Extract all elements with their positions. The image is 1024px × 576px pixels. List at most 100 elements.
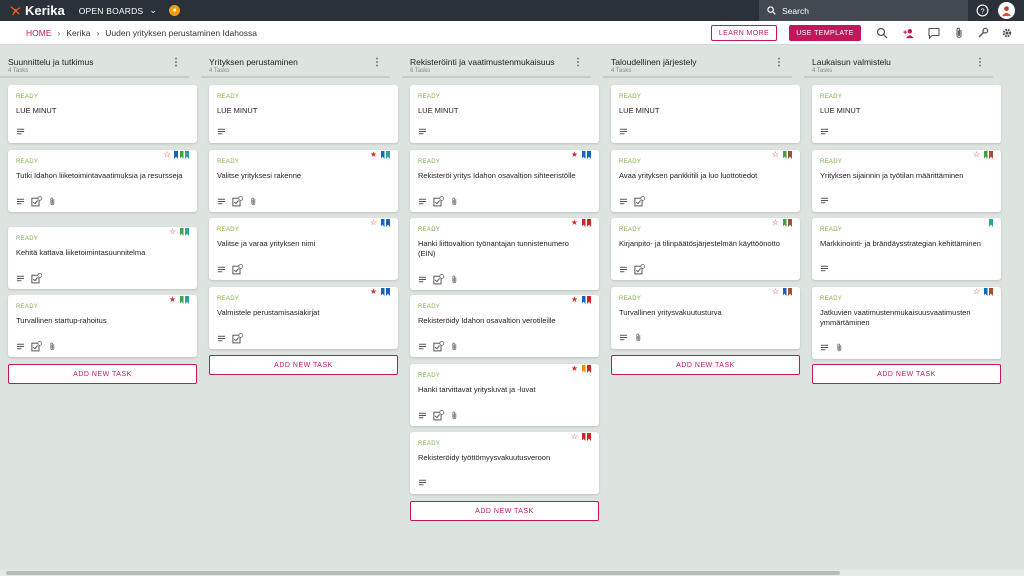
task-icons: [418, 410, 459, 421]
star-outline-icon[interactable]: ☆: [973, 151, 980, 159]
tag-ribbon-icon: [581, 151, 586, 159]
notification-badge-icon[interactable]: ●: [169, 5, 181, 16]
star-outline-icon[interactable]: ☆: [163, 151, 170, 159]
task-card[interactable]: READY Avaa yrityksen pankkitili ja luo lu…: [611, 150, 800, 212]
star-filled-icon[interactable]: ★: [571, 296, 578, 304]
add-new-task-button[interactable]: ADD NEW TASK: [410, 501, 599, 521]
task-status: READY: [16, 94, 39, 100]
column-header[interactable]: Rekisteröinti ja vaatimustenmukaisuus 6 T…: [402, 46, 591, 78]
star-outline-icon[interactable]: ☆: [772, 288, 779, 296]
search-box[interactable]: Search: [759, 0, 968, 21]
star-outline-icon[interactable]: ☆: [169, 228, 176, 236]
star-filled-icon[interactable]: ★: [571, 365, 578, 373]
learn-more-button[interactable]: LEARN MORE: [711, 25, 777, 41]
tag-ribbon-icon: [788, 288, 792, 296]
attachment-icon: [636, 333, 641, 342]
star-filled-icon[interactable]: ★: [370, 288, 377, 296]
chevron-down-icon: ⌄: [149, 5, 158, 15]
task-card[interactable]: READY Hanki tarvittavat yritysluvat ja -l…: [410, 364, 599, 426]
task-card[interactable]: READY Kirjanpito- ja tilinpäätösjärjestel…: [611, 218, 800, 280]
scrollbar-thumb[interactable]: [6, 571, 840, 575]
attachment-icon[interactable]: [953, 27, 965, 39]
task-card[interactable]: READY Valitse ja varaa yrityksen nimi ☆: [209, 218, 398, 280]
app-name: Kerika: [25, 3, 65, 18]
task-card[interactable]: READY Hanki liittovaltion työnantajan tun…: [410, 218, 599, 290]
tag-ribbon-icon: [380, 288, 385, 296]
use-template-button[interactable]: USE TEMPLATE: [789, 25, 861, 41]
task-card[interactable]: READY Valmistele perustamisasiakirjat ★: [209, 287, 398, 349]
task-tags: [989, 219, 993, 227]
star-outline-icon[interactable]: ☆: [973, 288, 980, 296]
kerika-logo[interactable]: Kerika: [10, 3, 65, 18]
chat-icon[interactable]: [928, 27, 940, 39]
task-icons: [418, 478, 427, 487]
attachment-icon: [452, 197, 457, 206]
breadcrumb-org[interactable]: Kerika: [66, 28, 90, 38]
horizontal-scrollbar[interactable]: [0, 570, 1024, 576]
column-header[interactable]: Yrityksen perustaminen 4 Tasks ⋮: [201, 46, 390, 78]
open-boards-menu[interactable]: OPEN BOARDS ⌄: [79, 5, 157, 16]
task-title: Turvallinen yritysvakuutusturva: [619, 308, 722, 317]
add-new-task-button[interactable]: ADD NEW TASK: [209, 355, 398, 375]
column-menu-icon[interactable]: ⋮: [573, 57, 583, 68]
task-card[interactable]: READY Turvallinen startup-rahoitus ★: [8, 295, 197, 357]
column-menu-icon[interactable]: ⋮: [774, 57, 784, 68]
column-menu-icon[interactable]: ⋮: [171, 57, 181, 68]
task-title: Kirjanpito- ja tilinpäätösjärjestelmän k…: [619, 239, 780, 248]
add-new-task-button[interactable]: ADD NEW TASK: [812, 364, 1001, 384]
task-card[interactable]: READY LUE MINUT: [611, 85, 800, 143]
task-card[interactable]: READY LUE MINUT: [410, 85, 599, 143]
column-menu-icon[interactable]: ⋮: [372, 57, 382, 68]
attachment-icon: [50, 197, 55, 206]
column-menu-icon[interactable]: ⋮: [975, 57, 985, 68]
column-header[interactable]: Laukaisun valmistelu 4 Tasks ⋮: [804, 46, 993, 78]
task-icons: [16, 273, 42, 284]
star-filled-icon[interactable]: ★: [370, 151, 377, 159]
task-card[interactable]: READY Markkinointi- ja brändäysstrategian…: [812, 218, 1001, 280]
star-outline-icon[interactable]: ☆: [772, 151, 779, 159]
star-filled-icon[interactable]: ★: [571, 219, 578, 227]
add-new-task-button[interactable]: ADD NEW TASK: [611, 355, 800, 375]
task-card[interactable]: READY Rekisteröidy työttömyysvakuutusvero…: [410, 432, 599, 494]
column-header[interactable]: Taloudellinen järjestely 4 Tasks ⋮: [603, 46, 792, 78]
task-card[interactable]: READY LUE MINUT: [8, 85, 197, 143]
tag-ribbon-icon: [788, 219, 792, 227]
breadcrumb-separator-icon: ›: [57, 27, 61, 38]
checklist-icon: [634, 264, 645, 275]
settings-wrench-icon[interactable]: [977, 27, 989, 39]
task-card[interactable]: READY Yrityksen sijainnin ja työtilan mää…: [812, 150, 1001, 212]
star-filled-icon[interactable]: ★: [169, 296, 176, 304]
tag-ribbon-icon: [185, 228, 189, 236]
star-outline-icon[interactable]: ☆: [571, 433, 578, 441]
help-icon[interactable]: ?: [976, 4, 989, 17]
add-new-task-button[interactable]: ADD NEW TASK: [8, 364, 197, 384]
task-card[interactable]: READY Turvallinen yritysvakuutusturva ☆: [611, 287, 800, 349]
add-member-icon[interactable]: [903, 27, 915, 39]
task-card[interactable]: READY Rekisteröidy Idahon osavaltion vero…: [410, 295, 599, 357]
column-header[interactable]: Suunnittelu ja tutkimus 4 Tasks ⋮: [0, 46, 189, 78]
avatar-icon: [1001, 6, 1012, 17]
task-tags: ☆: [973, 288, 993, 296]
task-card[interactable]: READY Jatkuvien vaatimustenmukaisuusvaati…: [812, 287, 1001, 359]
task-card[interactable]: READY Kehitä kattava liiketoimintasuunnit…: [8, 227, 197, 289]
search-icon[interactable]: [876, 27, 888, 39]
star-outline-icon[interactable]: ☆: [370, 219, 377, 227]
task-card[interactable]: READY LUE MINUT: [812, 85, 1001, 143]
star-filled-icon[interactable]: ★: [571, 151, 578, 159]
gear-icon[interactable]: [1001, 27, 1013, 39]
user-avatar[interactable]: [998, 2, 1015, 19]
tag-ribbon-icon: [581, 365, 586, 373]
description-icon: [820, 197, 829, 204]
tag-ribbon-icon: [179, 296, 184, 304]
task-card[interactable]: READY Rekisteröi yritys Idahon osavaltion…: [410, 150, 599, 212]
task-card[interactable]: READY LUE MINUT: [209, 85, 398, 143]
top-bar: Kerika OPEN BOARDS ⌄ ● Search ?: [0, 0, 1024, 21]
breadcrumb-home[interactable]: HOME: [26, 28, 52, 38]
task-card[interactable]: READY Tutki Idahon liiketoimintavaatimuks…: [8, 150, 197, 212]
task-status: READY: [820, 159, 843, 165]
task-status: READY: [418, 304, 441, 310]
tag-ribbon-icon: [587, 219, 591, 227]
star-outline-icon[interactable]: ☆: [772, 219, 779, 227]
task-card[interactable]: READY Valitse yrityksesi rakenne ★: [209, 150, 398, 212]
description-icon: [217, 128, 226, 135]
